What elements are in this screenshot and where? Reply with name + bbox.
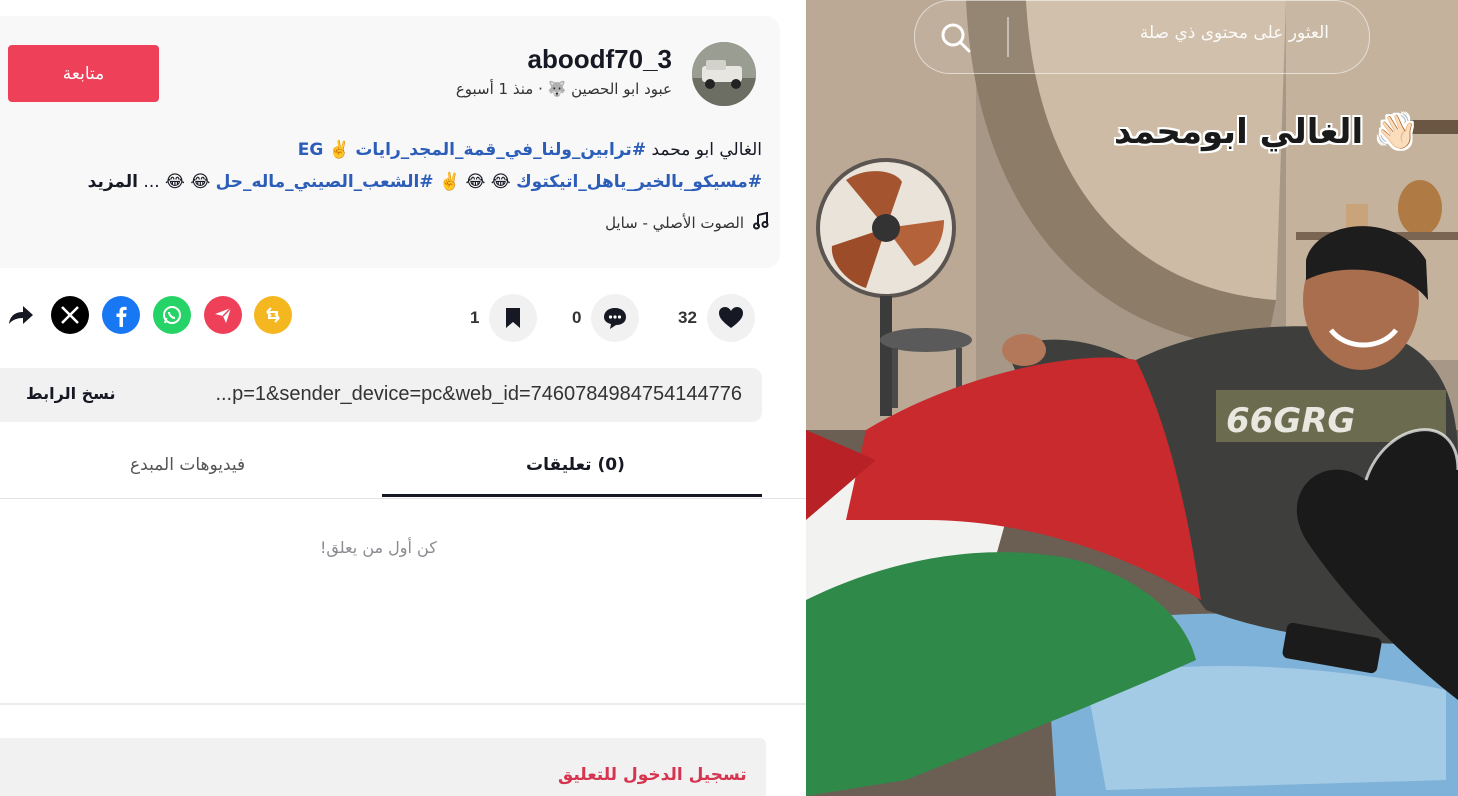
comment-button[interactable] — [591, 294, 640, 342]
follow-button[interactable]: متابعة — [8, 45, 159, 102]
empty-comments-text: كن أول من يعلق! — [320, 538, 437, 557]
search-divider — [1007, 17, 1009, 57]
overlay-caption-text: الغالي ابومحمد — [1114, 112, 1364, 152]
comment-count: 0 — [572, 308, 582, 327]
save-button[interactable] — [489, 294, 538, 342]
comment-icon — [604, 308, 627, 329]
repost-icon[interactable] — [254, 296, 292, 334]
tab-creator-videos[interactable]: فيديوهات المبدع — [130, 455, 245, 475]
copy-link-button[interactable]: نسخ الرابط — [26, 384, 115, 403]
forward-icon[interactable] — [2, 296, 40, 334]
x-icon[interactable] — [51, 296, 89, 334]
music-link[interactable]: الصوت الأصلي - سايل — [605, 211, 770, 234]
section-divider — [0, 703, 806, 705]
laughing-emoji-icon: 😂 — [165, 172, 185, 192]
wolf-emoji-icon: 🐺 — [547, 80, 567, 98]
victory-hand-icon: ✌️ — [438, 172, 461, 192]
hashtag-link[interactable]: #مسيكو_بالخير_ياهل_اتيكتوك — [516, 172, 762, 192]
share-url[interactable]: ...p=1&sender_device=pc&web_id=746078498… — [215, 383, 742, 406]
related-search-box[interactable]: العثور على محتوى ذي صلة — [914, 0, 1370, 74]
username[interactable]: aboodf70_3 — [528, 44, 673, 75]
save-action[interactable]: 1 — [470, 294, 538, 342]
telegram-icon[interactable] — [204, 296, 242, 334]
like-count: 32 — [678, 308, 697, 327]
caption-line-2: #مسيكو_بالخير_ياهل_اتيكتوك 😂 😂 ✌️ #الشعب… — [2, 166, 762, 198]
more-button[interactable]: المزيد — [88, 172, 138, 192]
post-caption: الغالي ابو محمد #ترابين_ولنا_في_قمة_المج… — [2, 134, 762, 198]
search-icon[interactable] — [937, 19, 975, 57]
caption-ellipsis: ... — [143, 172, 160, 192]
author-subline: عبود ابو الحصين 🐺 · منذ 1 أسبوع — [456, 80, 672, 98]
display-name[interactable]: عبود ابو الحصين — [571, 80, 672, 98]
hashtag-link[interactable]: #ترابين_ولنا_في_قمة_المجد_رايات — [355, 140, 646, 160]
facebook-icon[interactable] — [102, 296, 140, 334]
like-action[interactable]: 32 — [678, 294, 755, 342]
waving-hand-icon: 👋🏻 — [1374, 112, 1418, 152]
save-count: 1 — [470, 308, 480, 327]
shirt-print: 66GRG — [1226, 401, 1355, 441]
whatsapp-icon[interactable] — [153, 296, 191, 334]
time-ago: · منذ 1 أسبوع — [455, 80, 543, 98]
bookmark-icon — [506, 308, 521, 328]
video-player[interactable]: 66GRG العثور على محتوى ذي صلة 👋🏻 الغالي … — [806, 0, 1458, 796]
caption-line-1: الغالي ابو محمد #ترابين_ولنا_في_قمة_المج… — [2, 134, 762, 166]
laughing-emoji-icon: 😂 — [465, 172, 486, 192]
caption-end-text: EG — [297, 140, 324, 160]
post-detail-panel: aboodf70_3 عبود ابو الحصين 🐺 · منذ 1 أسب… — [0, 0, 806, 796]
victory-hand-icon: ✌️ — [328, 140, 350, 160]
music-note-icon — [752, 211, 770, 234]
login-to-comment-link[interactable]: تسجيل الدخول للتعليق — [558, 765, 747, 785]
search-placeholder: العثور على محتوى ذي صلة — [1139, 23, 1329, 43]
tab-divider — [0, 498, 806, 499]
comment-action[interactable]: 0 — [572, 294, 640, 342]
laughing-emoji-icon: 😂 — [490, 172, 511, 192]
tab-comments[interactable]: (0) تعليقات — [526, 455, 625, 475]
like-button[interactable] — [706, 294, 755, 342]
caption-text: الغالي ابو محمد — [651, 140, 762, 160]
active-tab-indicator — [382, 494, 762, 497]
video-overlay-caption: 👋🏻 الغالي ابومحمد — [1114, 112, 1417, 152]
laughing-emoji-icon: 😂 — [190, 172, 211, 192]
hashtag-link[interactable]: #الشعب_الصيني_ماله_حل — [216, 172, 434, 192]
music-title: الصوت الأصلي - سايل — [605, 214, 744, 232]
avatar[interactable] — [692, 42, 756, 106]
heart-icon — [718, 307, 743, 328]
